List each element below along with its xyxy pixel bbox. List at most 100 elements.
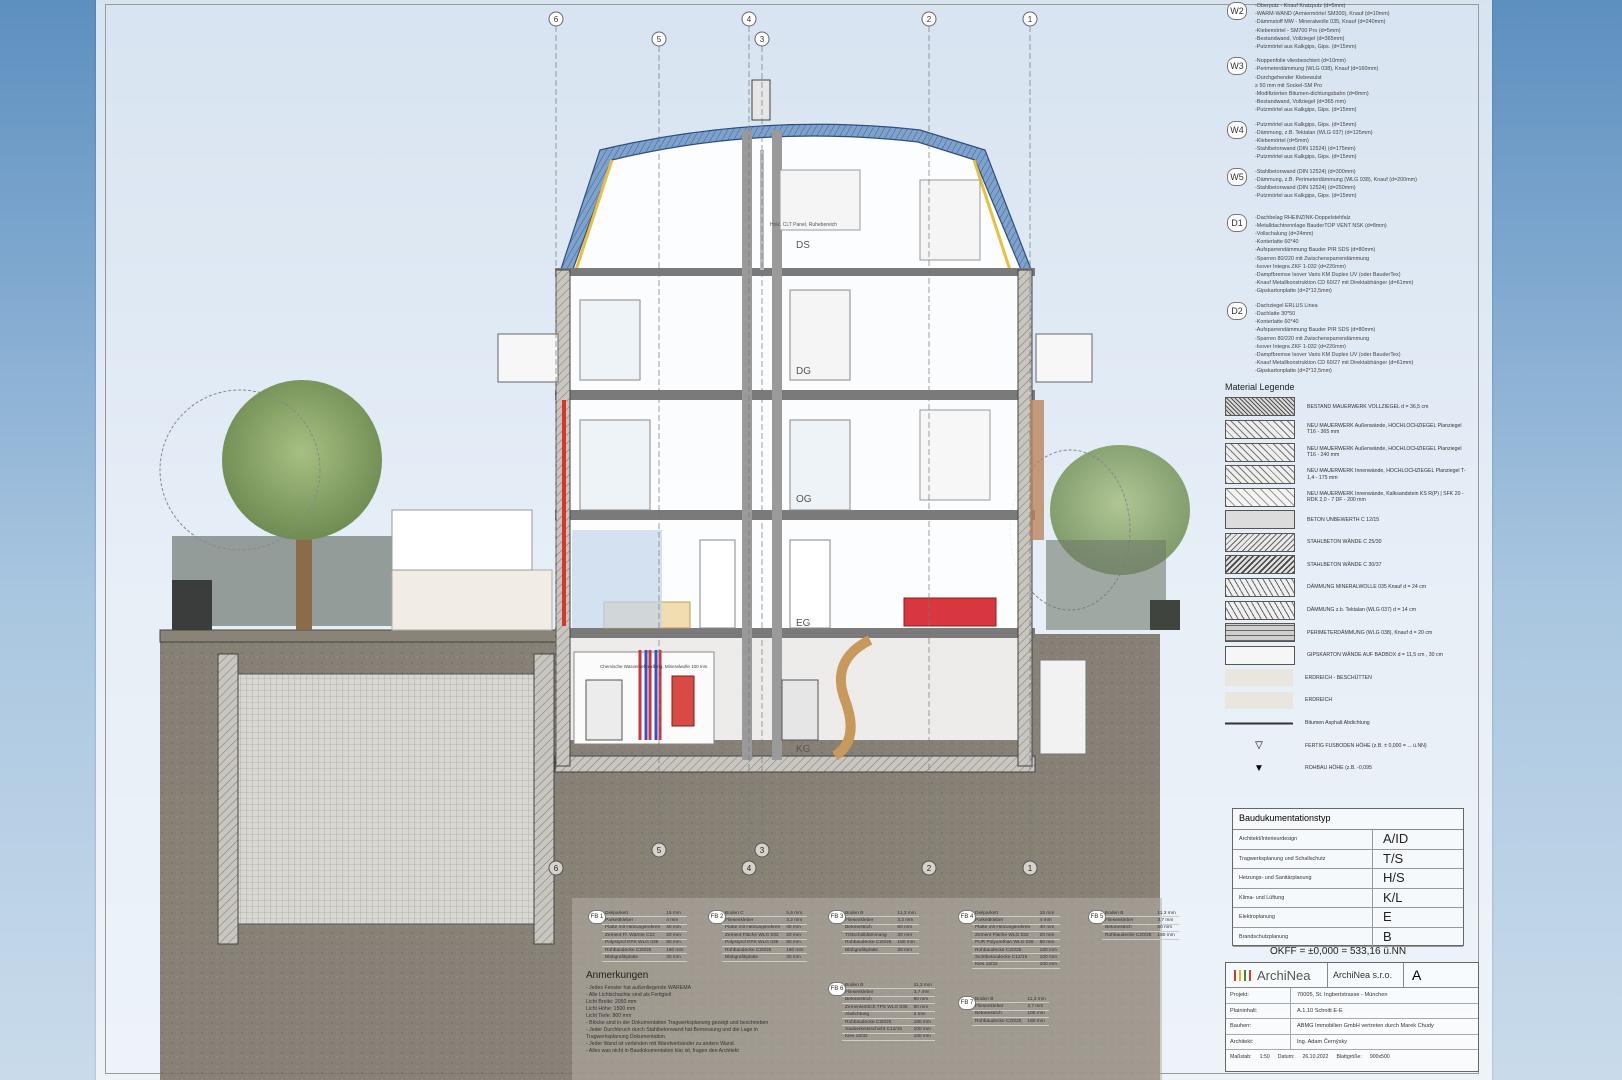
- material-legend-item: DÄMMUNG z.b. Tektalan (WLG 037) d = 14 c…: [1225, 599, 1470, 622]
- material-label: BESTAND MAUERWERK VOLLZIEGEL d = 36,5 cm: [1307, 403, 1429, 410]
- title-row-key: Bauherr:: [1226, 1019, 1291, 1034]
- axis-markers-top: [548, 11, 1038, 47]
- doc-row-label: Tragwerksplanung und Schallschutz: [1239, 855, 1326, 862]
- layer-name: Zement Fläche WLG 032: [972, 931, 1037, 940]
- material-label: PERIMETERDÄMMUNG (WLG 038), Knauf d = 20…: [1307, 629, 1433, 636]
- doc-row-code: K/L: [1372, 888, 1463, 907]
- layer-thickness: 60 mm: [1154, 924, 1179, 933]
- layer-thickness: 180 mm: [1024, 1017, 1049, 1026]
- wall-spec-w4: W4 -Putzmörtel aus Kalkgips, Gips. (d=15…: [1225, 120, 1470, 162]
- floor-buildup-row: Betonestrich 60 mm: [1102, 924, 1179, 933]
- doc-row-label: Heizungs- und Sanitärplanung: [1239, 875, 1312, 882]
- floor-buildup-row: Fliesenkleber 3,2 mm: [842, 916, 919, 925]
- layer-thickness: 3,7 mm: [1024, 1002, 1049, 1011]
- spec-lines: -Dachziegel ERLUS Linea -Dachlatte 30*50…: [1255, 302, 1470, 376]
- material-label: STAHLBETON WÄNDE C 25/30: [1307, 539, 1382, 546]
- layer-thickness: 2 mm: [910, 1011, 935, 1019]
- material-legend-item: NEU MAUERWERK Außenwände, HOCHLOCHZIEGEL…: [1225, 441, 1470, 464]
- floor-buildup: FB 6 Boden B 11,3 mm Fliesenkleber 3,7 mm Bet…: [826, 982, 946, 1042]
- material-label: ROHBAU HÖHE (z.B. -0,095: [1305, 765, 1372, 772]
- material-swatch: [1225, 555, 1295, 575]
- floor-buildup-row: Platte mit Heizungsrohren 40 mm: [722, 924, 807, 933]
- floor-buildup: FB 5 Boden B 11,3 mm Fliesenkleber 3,7 mm Bet…: [1086, 910, 1206, 940]
- layer-thickness: 11,3 mm: [894, 910, 919, 918]
- spec-line: -Putzmörtel aus Kalkgips, Gips. (d=15mm): [1255, 121, 1357, 128]
- floor-buildup-table: Boden B 11,3 mm Fliesenkleber 3,7 mm Betones…: [1102, 910, 1179, 940]
- doc-row-label: Klima- und Lüftung: [1239, 894, 1285, 901]
- slab-dg: [555, 268, 1035, 276]
- layer-thickness: 60 mm: [910, 996, 935, 1005]
- floor-buildup-row: Abdichtung 2 mm: [842, 1011, 935, 1019]
- date-value: 26.10.2022: [1302, 1053, 1329, 1060]
- layer-thickness: 180 mm: [1154, 931, 1179, 940]
- spec-line: -Gipskartonplatte (d=2*12,5mm): [1255, 368, 1332, 375]
- title-row-value: 70005, St. Ingbertstrasse - München: [1297, 992, 1388, 999]
- floor-buildup-row: Fliesenkleber 3,7 mm: [842, 988, 935, 997]
- floor-label-ds: DS: [796, 240, 810, 251]
- material-label: STAHLBETON WÄNDE C 30/37: [1307, 561, 1382, 568]
- floor-buildup-row: Rohbaudecke C20/25 180 mm: [972, 946, 1060, 955]
- logo-bar: [1239, 969, 1241, 981]
- material-legend-item: DÄMMUNG MINERALWOLLE 035 Knauf d = 24 cm: [1225, 576, 1470, 599]
- doc-row: Brandschutzplanung B: [1233, 927, 1463, 947]
- material-swatch: [1225, 600, 1295, 620]
- material-swatch: ▽: [1255, 740, 1263, 752]
- remark-line: - Jeder Durchbruch durch Stahlbetonwand …: [586, 1027, 758, 1033]
- retaining-wall-right: [533, 653, 555, 945]
- material-legend-item: NEU MAUERWERK Außenwände, HOCHLOCHZIEGEL…: [1225, 418, 1470, 441]
- material-legend-title: Material Legende: [1225, 381, 1295, 392]
- title-row-value: ABMG Immobilien GmbH vertreten durch Mar…: [1297, 1023, 1434, 1030]
- axis-top-4: 4: [747, 15, 752, 24]
- floor-buildup-row: Boden B 11,3 mm: [842, 982, 935, 990]
- axis-top-1: 1: [1028, 15, 1033, 24]
- material-legend-item: ERDREICH - BESCHÜTTEN: [1225, 667, 1470, 690]
- floor-buildup: FB 2 Boden C 5,6 mm Fliesenkleber 3,2 mm Plat…: [706, 910, 826, 962]
- floor-buildup-row: PUR Polyurethan WLG 026 80 mm: [972, 939, 1060, 947]
- material-label: ERDREICH: [1305, 697, 1333, 704]
- doc-row-code: B: [1372, 927, 1463, 946]
- spec-line: -Isover Integra ZKF 1-032 (d=220mm): [1255, 343, 1346, 350]
- spec-line: -Oberputz - Knauf Kratzputz (d=5mm): [1255, 3, 1346, 9]
- floor-buildup-row: Parkettkleber 4 mm: [972, 916, 1060, 925]
- floor-buildup-row: Rohbaudecke C20/25 180 mm: [842, 939, 919, 947]
- spec-line: -Bestandwand, Vollziegel (d=365 mm): [1255, 99, 1346, 106]
- axis-bottom-5: 5: [657, 846, 662, 855]
- layer-thickness: 30 mm: [894, 946, 919, 955]
- axis-bottom-1: 1: [1028, 864, 1033, 873]
- floor-buildup-row: Platte mit Heizungsrohren 40 mm: [602, 924, 687, 933]
- layer-name: Kies 16/32: [842, 1033, 911, 1042]
- remark-line: Licht Höhe: 1500 mm: [586, 1006, 636, 1012]
- spec-line: -Noppenfolie vliesbeschiert (d=10mm): [1255, 58, 1346, 65]
- floor-buildup-row: Zement Fläche WLG 032 20 mm: [722, 931, 807, 940]
- axis-bottom-2: 2: [927, 864, 932, 873]
- layer-thickness: 5,6 mm: [783, 910, 807, 918]
- material-swatch: ▼: [1254, 762, 1264, 774]
- floor-buildup-row: Zement Fläche WLG 032 20 mm: [972, 931, 1060, 940]
- floor-buildup-table: Boden B 11,3 mm Fliesenkleber 3,7 mm Betones…: [842, 982, 935, 1042]
- layer-thickness: 60 mm: [894, 924, 919, 933]
- layer-thickness: 100 mm: [1036, 953, 1060, 962]
- material-legend-item: STAHLBETON WÄNDE C 25/30: [1225, 531, 1470, 554]
- material-swatch: [1225, 645, 1295, 665]
- layer-name: Polystyrol EPS WLG 035: [722, 939, 784, 947]
- spec-line: -Bestandwand, Vollziegel (d=365mm): [1255, 35, 1345, 42]
- layer-name: Dielparkett: [972, 910, 1037, 918]
- spec-line: -Aufsparrendämmung Bauder PIR SDS (d=80m…: [1255, 247, 1376, 254]
- floor-buildup-row: Blähgrafikplatte 30 mm: [602, 953, 687, 962]
- spec-tag: D2: [1227, 301, 1247, 320]
- layer-thickness: 15 mm: [663, 910, 687, 918]
- layer-name: Fliesenkleber: [1102, 916, 1155, 925]
- layer-name: Betonestrich: [972, 1010, 1025, 1019]
- material-legend-item: ERDREICH: [1225, 689, 1470, 712]
- doc-row-label: Elektroplanung: [1239, 914, 1275, 921]
- floor-label-kg: KG: [796, 744, 811, 755]
- layer-name: Boden B: [842, 982, 911, 990]
- material-label: DÄMMUNG MINERALWOLLE 035 Knauf d = 24 cm: [1307, 584, 1427, 591]
- floor-buildup-tag: FB 3: [828, 910, 846, 924]
- doc-row-label: Brandschutzplanung: [1239, 933, 1289, 940]
- remark-line: - Alle Lichtschachte sind als Fertigteil: [586, 992, 672, 998]
- logo-bar: [1244, 969, 1246, 981]
- layer-thickness: 4 mm: [1036, 916, 1060, 925]
- material-label: ERDREICH - BESCHÜTTEN: [1305, 674, 1372, 681]
- axis-top-6: 6: [554, 15, 559, 24]
